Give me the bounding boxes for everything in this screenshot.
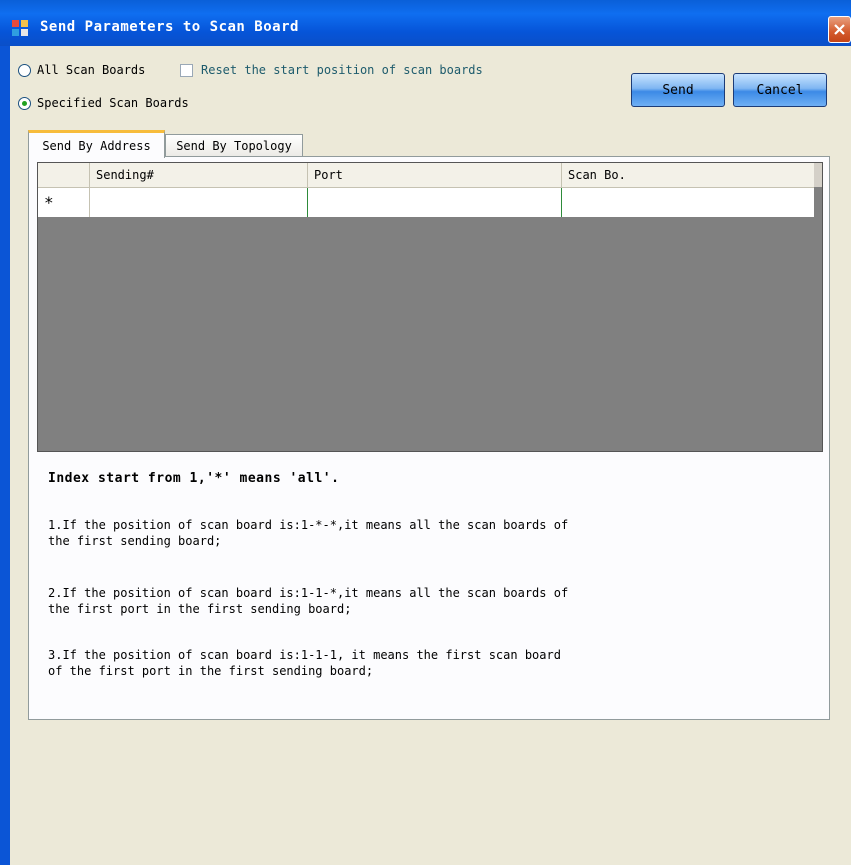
title-bar[interactable]: Send Parameters to Scan Board: [0, 0, 851, 46]
info-item-2-line-1: 2.If the position of scan board is:1-1-*…: [48, 586, 569, 600]
radio-all-scan-boards[interactable]: All Scan Boards: [18, 63, 145, 77]
cell-port[interactable]: [308, 188, 562, 217]
address-grid[interactable]: Sending# Port Scan Bo. *: [37, 162, 823, 452]
new-row-marker: *: [38, 188, 90, 217]
info-item-3-line-2: of the first port in the first sending b…: [48, 664, 374, 678]
grid-new-row[interactable]: *: [38, 188, 814, 217]
info-item-1-line-2: the first sending board;: [48, 534, 222, 548]
reset-start-position-checkbox[interactable]: [180, 64, 193, 77]
reset-start-position-label: Reset the start position of scan boards: [201, 63, 483, 77]
tab-send-by-address[interactable]: Send By Address: [28, 130, 165, 158]
cancel-button[interactable]: Cancel: [733, 73, 827, 107]
cell-scan-board[interactable]: [562, 188, 814, 217]
row-header-corner: [38, 163, 90, 187]
grid-header: Sending# Port Scan Bo.: [38, 163, 814, 188]
grid-header-scroll-stub: [814, 163, 822, 187]
radio-all-label: All Scan Boards: [37, 63, 146, 77]
radio-specified-indicator[interactable]: [18, 96, 31, 110]
radio-specified-label: Specified Scan Boards: [37, 96, 189, 110]
radio-specified-scan-boards[interactable]: Specified Scan Boards: [18, 96, 189, 110]
column-header-scan-board[interactable]: Scan Bo.: [562, 163, 814, 187]
window-left-border: [0, 46, 10, 865]
send-button[interactable]: Send: [631, 73, 725, 107]
column-header-port[interactable]: Port: [308, 163, 562, 187]
dialog-window: Send Parameters to Scan Board All Scan B…: [0, 0, 851, 865]
tab-send-by-topology[interactable]: Send By Topology: [165, 134, 303, 156]
window-title: Send Parameters to Scan Board: [40, 19, 299, 35]
info-item-3-line-1: 3.If the position of scan board is:1-1-1…: [48, 648, 561, 662]
info-title: Index start from 1,'*' means 'all'.: [48, 471, 340, 486]
app-icon: [12, 20, 28, 36]
column-header-sending[interactable]: Sending#: [90, 163, 308, 187]
info-item-2-line-2: the first port in the first sending boar…: [48, 602, 352, 616]
cell-sending[interactable]: [90, 188, 308, 217]
close-icon: [834, 24, 845, 35]
close-button[interactable]: [828, 16, 851, 43]
info-item-1-line-1: 1.If the position of scan board is:1-*-*…: [48, 518, 569, 532]
radio-all-indicator[interactable]: [18, 63, 31, 77]
